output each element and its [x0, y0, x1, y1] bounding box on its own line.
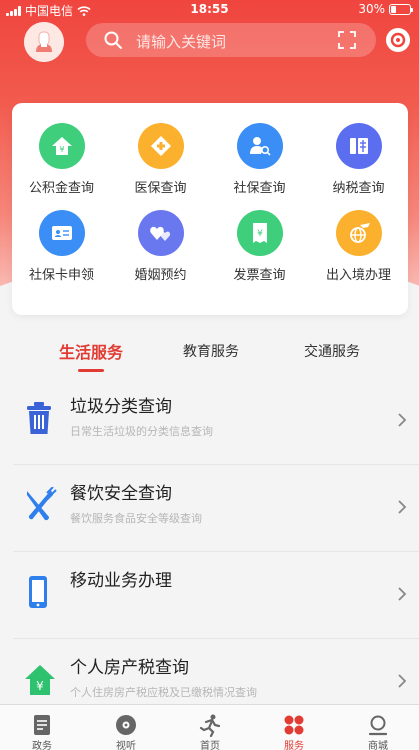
document-icon [34, 715, 50, 735]
service-item-tax[interactable]: 纳税查询 [309, 123, 408, 196]
tab-transport-services[interactable]: 交通服务 [304, 341, 360, 361]
tabbar-item-shop[interactable]: 商城 [336, 705, 419, 750]
service-label: 医保查询 [134, 181, 187, 196]
mobile-phone-icon [29, 576, 47, 608]
disc-icon [116, 715, 136, 735]
battery-icon [389, 3, 413, 15]
tabbar-item-government[interactable]: 政务 [0, 705, 84, 750]
service-label: 社保查询 [233, 181, 286, 196]
list-item-mobile-business[interactable]: 移动业务办理 [13, 552, 419, 639]
tabbar-label: 服务 [284, 741, 304, 750]
battery-fill [391, 5, 396, 13]
list-item-title: 移动业务办理 [70, 571, 172, 591]
chevron-right-icon [398, 500, 407, 514]
id-card-icon [38, 210, 85, 256]
scan-icon[interactable] [338, 31, 356, 49]
svg-text:¥: ¥ [257, 229, 263, 239]
user-avatar[interactable] [24, 22, 64, 62]
service-label: 婚姻预约 [134, 268, 187, 283]
list-item-subtitle: 日常生活垃圾的分类信息查询 [70, 425, 213, 438]
tabbar-item-media[interactable]: 视听 [84, 705, 168, 750]
home-yuan-icon: ¥ [38, 123, 85, 169]
service-item-exit-entry[interactable]: 出入境办理 [309, 210, 408, 283]
list-item-garbage[interactable]: 垃圾分类查询 日常生活垃圾的分类信息查询 [13, 378, 419, 465]
fork-knife-icon [27, 487, 57, 521]
service-label: 发票查询 [233, 268, 286, 283]
chevron-right-icon [398, 587, 407, 601]
service-label: 社保卡申领 [28, 268, 94, 283]
service-label: 纳税查询 [332, 181, 385, 196]
service-tabs: 生活服务 教育服务 交通服务 [0, 333, 419, 373]
invoice-icon: ¥ [236, 210, 283, 256]
services-card: ¥ 公积金查询 医保查询 社保查询 纳税查询 社保卡申领 婚姻预约 ¥ 发票查询… [12, 103, 408, 315]
house-yuan-icon: ¥ [25, 665, 55, 695]
search-input[interactable]: 请输入关键词 [136, 31, 226, 52]
hearts-icon [137, 210, 184, 256]
avatar-icon [24, 22, 64, 62]
tabbar-label: 政务 [32, 741, 52, 750]
svg-text:¥: ¥ [59, 145, 64, 154]
service-item-invoice[interactable]: ¥ 发票查询 [210, 210, 309, 283]
status-bar: 中国电信 18:55 30% [0, 0, 419, 18]
flower-grid-icon [284, 715, 304, 735]
list-item-title: 餐饮安全查询 [70, 484, 172, 504]
bottom-tab-bar: 政务 视听 首页 服务 商城 [0, 704, 419, 750]
list-item-subtitle: 餐饮服务食品安全等级查询 [70, 512, 202, 525]
service-label: 公积金查询 [28, 181, 94, 196]
active-tab-indicator [78, 369, 104, 372]
tabbar-label: 视听 [116, 741, 136, 750]
service-label: 出入境办理 [325, 268, 391, 283]
service-item-medical-insurance[interactable]: 医保查询 [111, 123, 210, 196]
tab-life-services[interactable]: 生活服务 [59, 339, 123, 363]
list-item-title: 个人房产税查询 [70, 658, 189, 678]
globe-plane-icon [335, 210, 382, 256]
service-item-marriage[interactable]: 婚姻预约 [111, 210, 210, 283]
list-item-food-safety[interactable]: 餐饮安全查询 餐饮服务食品安全等级查询 [13, 465, 419, 552]
list-item-title: 垃圾分类查询 [70, 397, 172, 417]
shop-icon [368, 715, 388, 736]
runner-icon [199, 714, 221, 737]
person-search-icon [236, 123, 283, 169]
tabbar-item-home[interactable]: 首页 [168, 705, 252, 750]
battery-percent: 30% [358, 2, 385, 16]
chevron-right-icon [398, 674, 407, 688]
medical-cross-icon [137, 123, 184, 169]
svg-text:¥: ¥ [36, 679, 44, 693]
chevron-right-icon [398, 413, 407, 427]
service-item-ss-card[interactable]: 社保卡申领 [12, 210, 111, 283]
search-bar[interactable]: 请输入关键词 [86, 23, 376, 57]
tabbar-item-services[interactable]: 服务 [252, 705, 336, 750]
message-icon[interactable] [386, 28, 410, 52]
search-icon [104, 31, 122, 49]
status-time: 18:55 [190, 2, 229, 16]
tab-education-services[interactable]: 教育服务 [183, 341, 239, 361]
list-item-subtitle: 个人住房房产税应税及已缴税情况查询 [70, 686, 257, 699]
trash-can-icon [27, 402, 51, 434]
service-item-social-security[interactable]: 社保查询 [210, 123, 309, 196]
tax-icon [335, 123, 382, 169]
service-item-housing-fund[interactable]: ¥ 公积金查询 [12, 123, 111, 196]
tabbar-label: 商城 [368, 741, 388, 750]
tabbar-label: 首页 [200, 741, 220, 750]
